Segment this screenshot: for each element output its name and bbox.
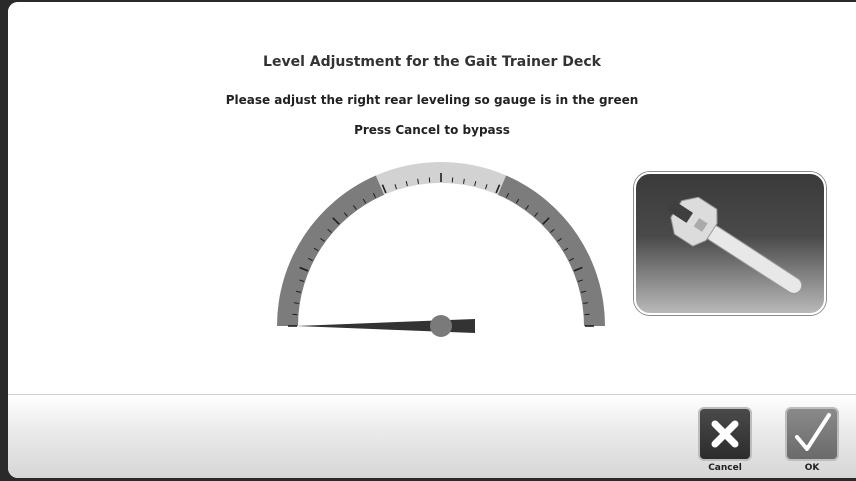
dialog-window: Level Adjustment for the Gait Trainer De… — [8, 2, 856, 478]
cancel-label: Cancel — [708, 463, 742, 473]
level-gauge — [277, 162, 605, 337]
dialog-content: Level Adjustment for the Gait Trainer De… — [8, 2, 856, 394]
wrench-icon — [668, 196, 803, 294]
wrench-panel — [634, 172, 826, 315]
dialog-title: Level Adjustment for the Gait Trainer De… — [263, 54, 601, 70]
ok-label: OK — [804, 463, 820, 473]
gauge-band-high — [497, 175, 605, 326]
instruction-text: Please adjust the right rear leveling so… — [225, 93, 639, 107]
cancel-button[interactable] — [698, 407, 752, 461]
gauge-band-low — [277, 175, 385, 326]
ok-button[interactable] — [785, 407, 839, 461]
close-icon — [711, 420, 739, 448]
bypass-hint: Press Cancel to bypass — [354, 123, 510, 137]
checkmark-icon — [795, 413, 831, 451]
button-bar: Cancel OK — [8, 394, 856, 478]
gauge-hub — [430, 315, 452, 337]
